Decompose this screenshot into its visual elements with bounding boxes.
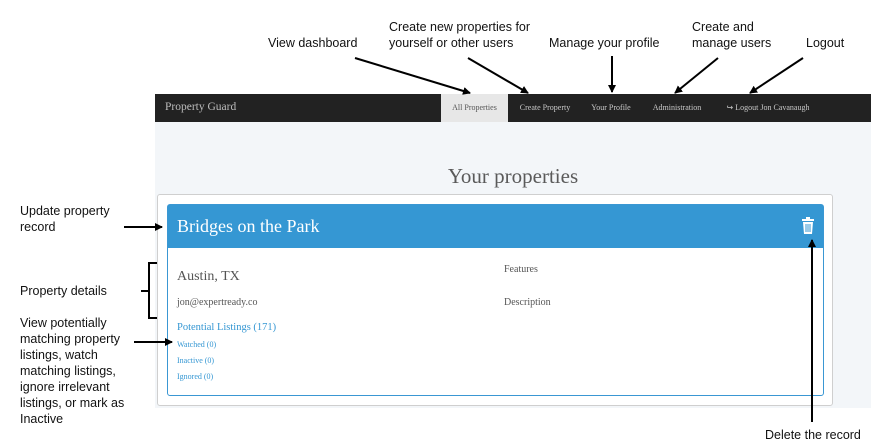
annotation-view-dashboard: View dashboard [268, 36, 358, 50]
annotation-view-listings: View potentially matching property listi… [20, 316, 125, 426]
arrow-administration [674, 57, 719, 94]
properties-panel: Bridges on the Park Austin, TX jon@exper… [157, 194, 833, 406]
ignored-link[interactable]: Ignored (0) [177, 372, 213, 381]
potential-listings-link[interactable]: Potential Listings (171) [177, 322, 276, 333]
navbar: Property Guard All Properties Create Pro… [155, 94, 871, 122]
annotation-update-record: Update property record [20, 204, 110, 234]
property-card-header: Bridges on the Park [168, 205, 823, 248]
property-email: jon@expertready.co [177, 297, 258, 308]
annotation-property-details: Property details [20, 284, 107, 298]
nav-create-property[interactable]: Create Property [512, 94, 578, 122]
annotation-create-manage-users: Create and manage users [692, 20, 772, 50]
annotation-manage-profile: Manage your profile [549, 36, 660, 50]
trash-icon[interactable] [801, 217, 815, 235]
annotation-delete-record: Delete the record [765, 428, 861, 442]
property-location: Austin, TX [177, 269, 240, 284]
nav-all-properties[interactable]: All Properties [441, 94, 508, 122]
property-card: Bridges on the Park Austin, TX jon@exper… [167, 204, 824, 396]
annotation-logout: Logout [806, 36, 845, 50]
nav-logout-label: Logout Jon Cavanaugh [735, 103, 810, 112]
description-label: Description [504, 297, 551, 308]
watched-link[interactable]: Watched (0) [177, 340, 216, 349]
app-window: Property Guard All Properties Create Pro… [155, 94, 871, 408]
arrow-create-property [467, 57, 529, 94]
inactive-link[interactable]: Inactive (0) [177, 356, 214, 365]
page-title: Your properties [447, 164, 579, 188]
brand-logo[interactable]: Property Guard [165, 101, 236, 113]
property-name-link[interactable]: Bridges on the Park [177, 216, 319, 237]
nav-your-profile[interactable]: Your Profile [586, 94, 636, 122]
arrow-logout [749, 57, 804, 94]
nav-administration[interactable]: Administration [646, 94, 708, 122]
arrow-view-dashboard [354, 57, 471, 95]
nav-logout[interactable]: ↪ Logout Jon Cavanaugh [720, 94, 816, 122]
annotation-create-properties: Create new properties for yourself or ot… [389, 20, 531, 50]
logout-icon: ↪ [726, 103, 734, 112]
features-label: Features [504, 264, 538, 275]
